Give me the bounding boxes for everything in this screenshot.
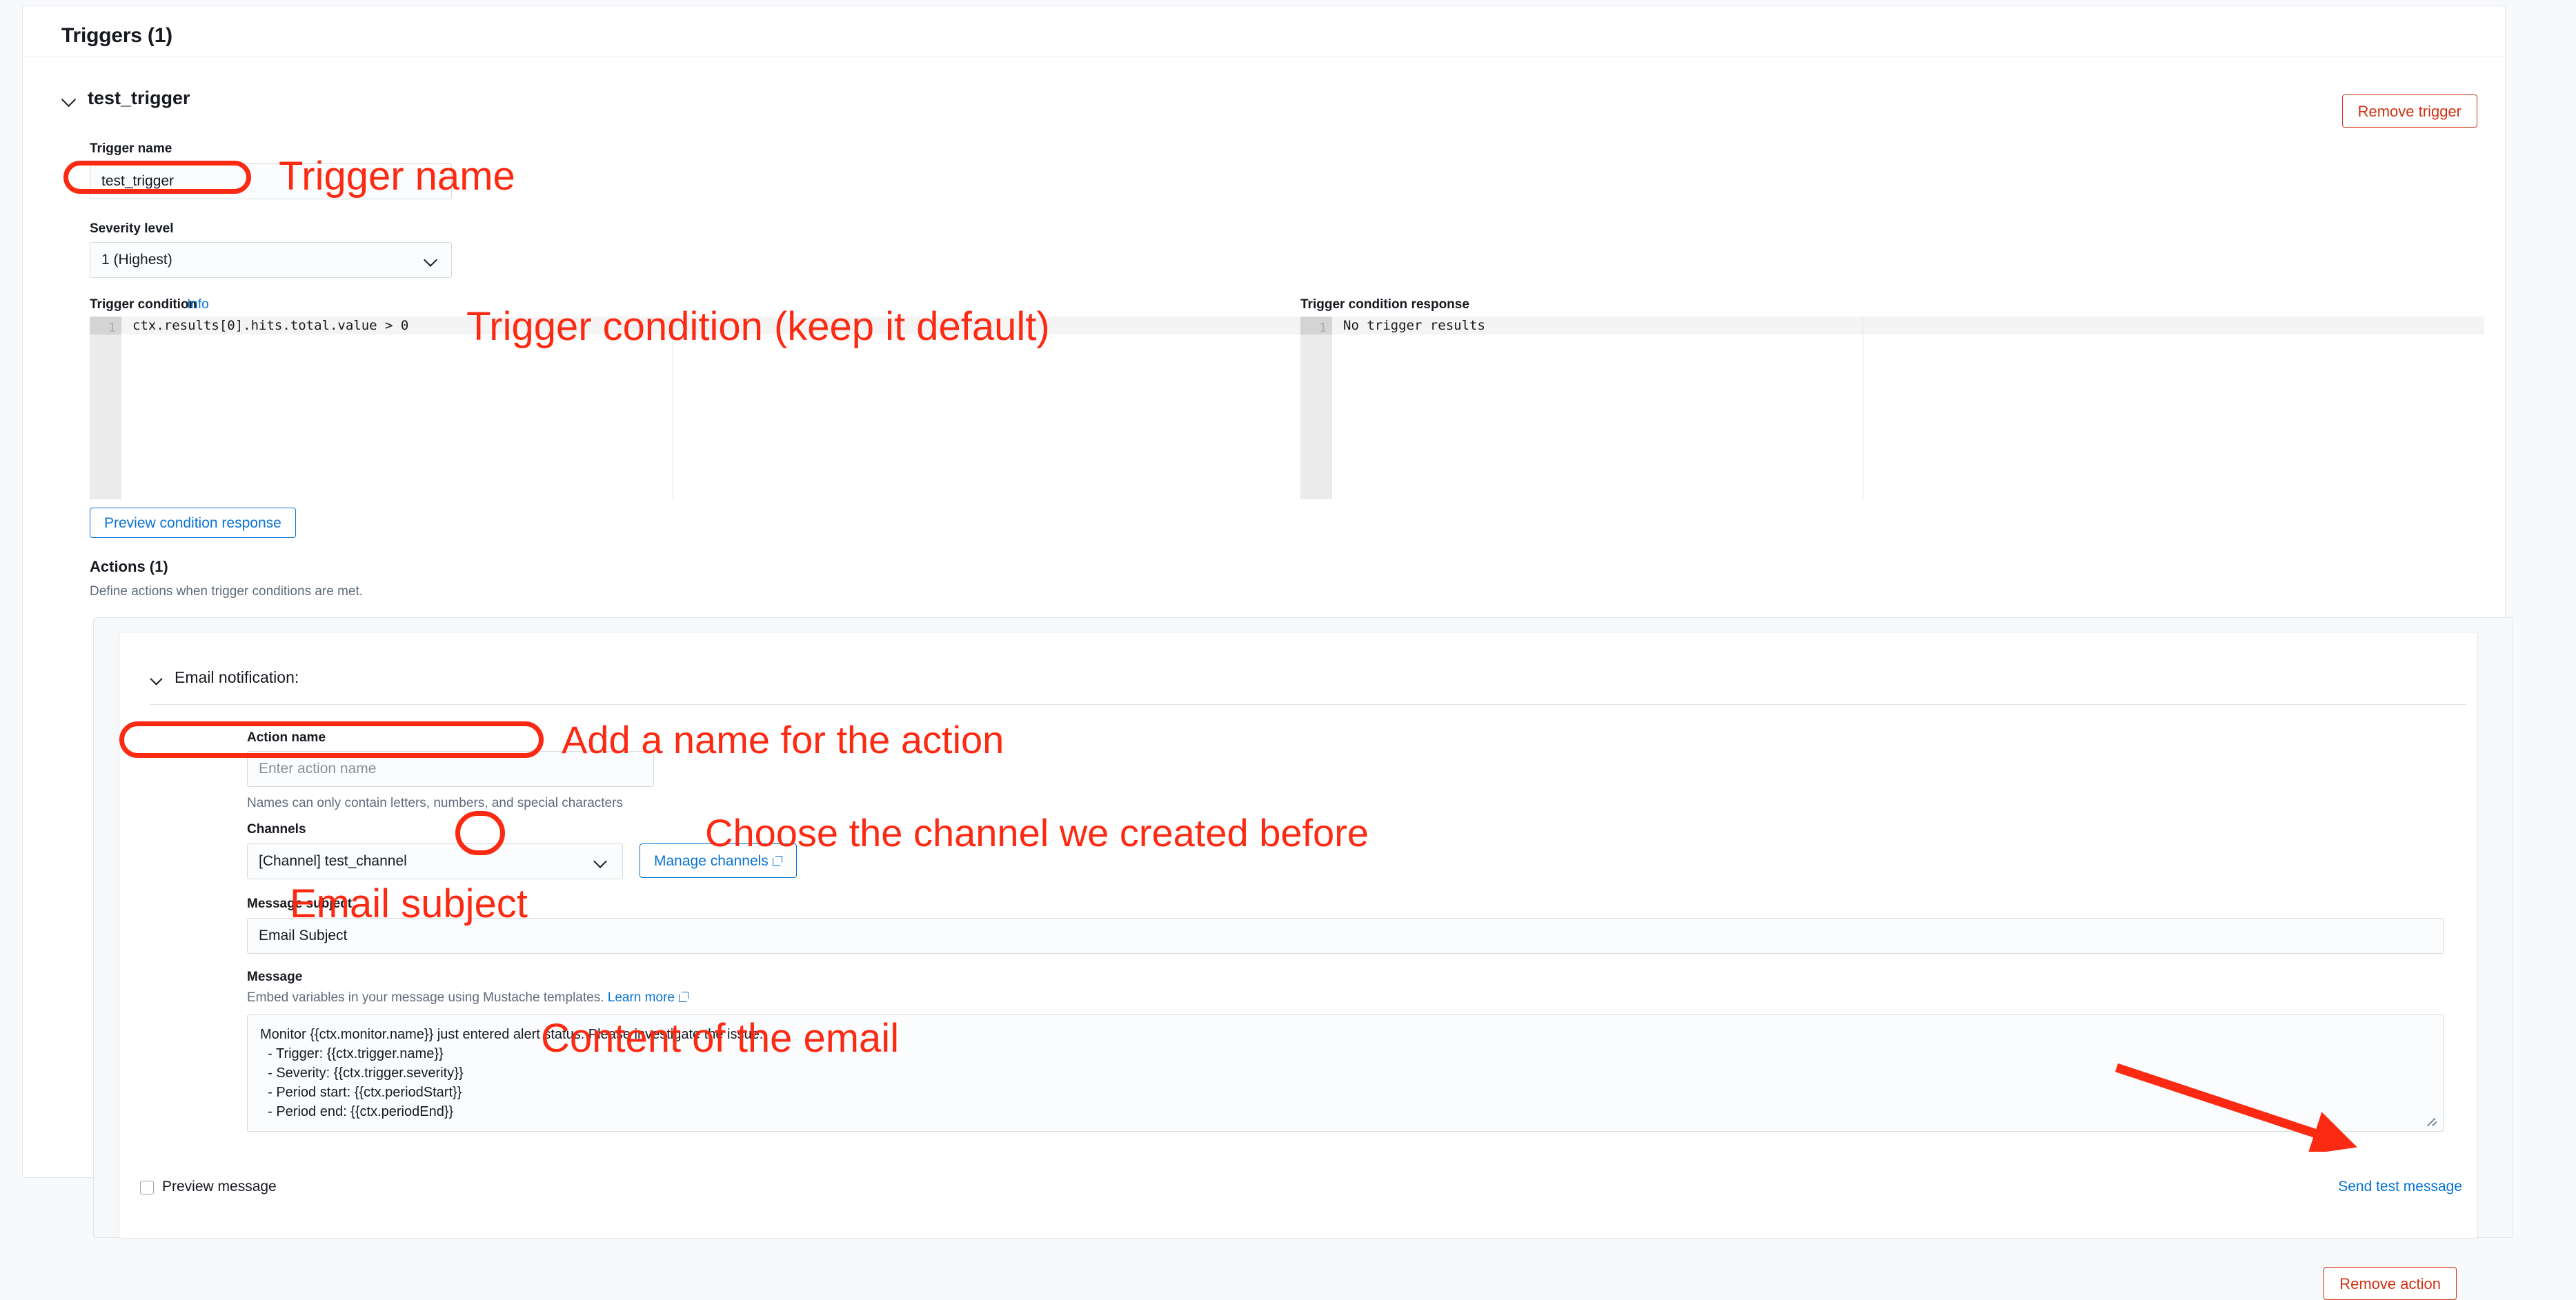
trigger-name-label: Trigger name [90,141,172,156]
action-title-label: Email notification: [175,668,299,686]
manage-channels-button[interactable]: Manage channels [640,843,797,878]
editor-gutter-active [1300,317,1332,334]
message-textarea[interactable]: Monitor {{ctx.monitor.name}} just entere… [247,1014,2444,1132]
severity-level-select[interactable] [90,242,452,278]
actions-section-title: Actions (1) [90,558,168,575]
triggers-panel: Triggers (1) test_trigger Remove trigger… [22,6,2513,1300]
trigger-collapse-header[interactable]: test_trigger [61,88,190,109]
message-label: Message [247,970,303,984]
manage-channels-label: Manage channels [654,852,769,869]
actions-section-subtitle: Define actions when trigger conditions a… [90,584,364,599]
channels-select[interactable] [247,843,623,879]
message-hint-text: Embed variables in your message using Mu… [247,990,604,1005]
channels-label: Channels [247,822,306,837]
trigger-name-input[interactable] [90,163,452,199]
external-link-icon [678,992,688,1002]
editor-gutter: 1 [1300,317,1332,499]
preview-condition-response-button[interactable]: Preview condition response [90,508,296,538]
severity-level-label: Severity level [90,221,174,236]
message-hint: Embed variables in your message using Mu… [247,990,688,1006]
severity-level-select-wrap[interactable] [90,242,452,278]
trigger-condition-label: Trigger condition [90,297,197,312]
actions-container: Email notification: Remove action Action… [93,617,2513,1300]
trigger-heading-label: test_trigger [88,88,190,108]
remove-trigger-button[interactable]: Remove trigger [2341,94,2477,128]
editor-line-number: 1 [1319,321,1327,335]
panel-header: Triggers (1) [23,6,2505,57]
channels-select-wrap[interactable] [247,843,623,879]
trigger-condition-editor[interactable]: 1 ctx.results[0].hits.total.value > 0 [90,317,1308,499]
trigger-condition-response-label: Trigger condition response [1300,297,1469,312]
chevron-down-icon[interactable] [150,670,165,686]
message-subject-label: Message subject [247,897,353,911]
preview-message-label: Preview message [162,1179,277,1194]
message-subject-input[interactable] [247,918,2444,954]
action-name-input[interactable] [247,751,654,787]
preview-message-checkbox[interactable] [140,1181,154,1194]
divider [150,704,2466,705]
action-card: Email notification: Remove action Action… [119,632,2478,1300]
external-link-icon [772,855,782,866]
editor-active-line [1332,317,2484,334]
trigger-condition-code: ctx.results[0].hits.total.value > 0 [132,318,409,333]
trigger-condition-response-code: No trigger results [1343,318,1485,333]
remove-action-button[interactable]: Remove action [2324,1267,2457,1300]
chevron-down-icon[interactable] [61,91,77,106]
send-test-message-link[interactable]: Send test message [2338,1179,2462,1195]
editor-gutter-active [90,317,121,334]
action-name-hint: Names can only contain letters, numbers,… [247,796,623,810]
editor-gutter: 1 [90,317,121,499]
action-collapse-header[interactable]: Email notification: [150,668,299,687]
message-learn-more-link[interactable]: Learn more [608,990,675,1005]
editor-line-number: 1 [108,321,116,335]
trigger-condition-response-editor[interactable]: 1 No trigger results [1300,317,2484,499]
trigger-condition-info-link[interactable]: Info [187,297,209,312]
page-title: Triggers (1) [61,24,172,47]
action-name-label: Action name [247,730,326,745]
